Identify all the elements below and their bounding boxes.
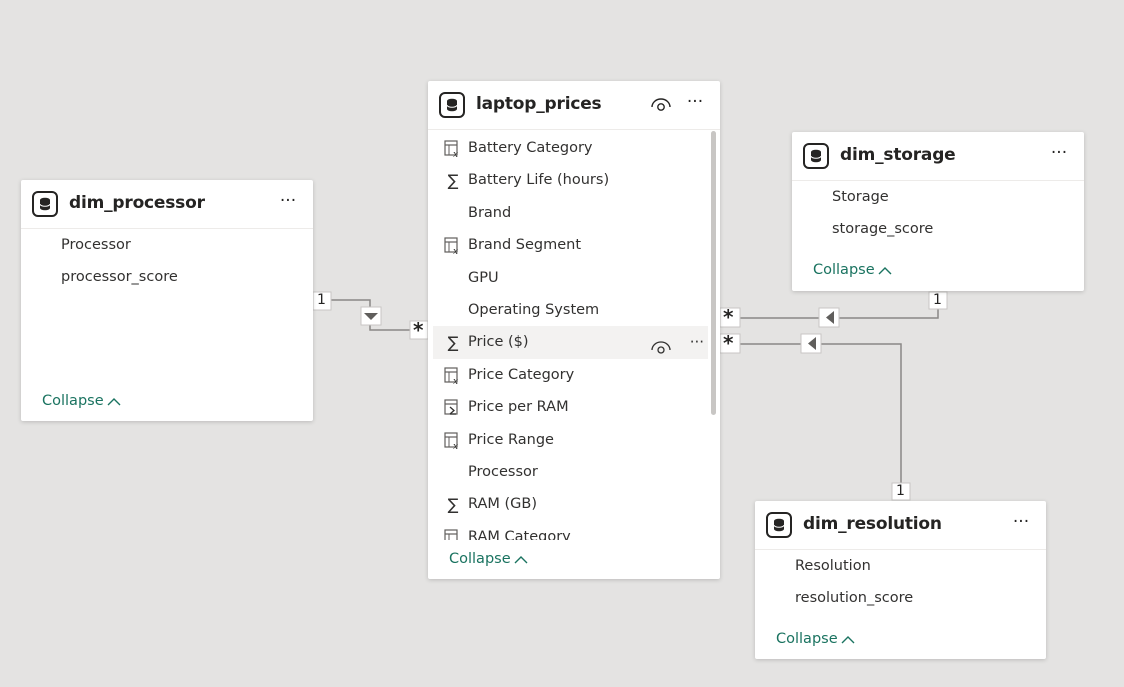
field-list: Resolution resolution_score (755, 550, 1046, 615)
field-item[interactable]: Processor (428, 456, 720, 488)
table-header[interactable]: laptop_prices ··· (428, 81, 720, 130)
chevron-up-icon (878, 266, 892, 274)
cardinality-resolution-many: * (723, 331, 734, 355)
field-item[interactable]: Brand (428, 197, 720, 229)
more-options-icon[interactable]: ··· (690, 326, 704, 358)
database-table-icon (439, 92, 465, 118)
svg-text:x: x (453, 247, 458, 255)
database-table-icon (803, 143, 829, 169)
collapse-button[interactable]: Collapse (449, 551, 528, 567)
field-item[interactable]: ∑ RAM (GB) (428, 488, 720, 520)
cardinality-processor-one: 1 (317, 292, 326, 308)
table-header[interactable]: dim_processor ··· (21, 180, 313, 229)
cardinality-resolution-one: 1 (896, 483, 905, 499)
field-item[interactable]: x Battery Category (428, 132, 720, 164)
calculated-column-icon: x (444, 529, 458, 540)
field-item[interactable]: resolution_score (755, 582, 1046, 614)
svg-text:x: x (453, 442, 458, 450)
sigma-icon: ∑ (447, 171, 459, 191)
field-item[interactable]: Price per RAM (428, 391, 720, 423)
collapse-button[interactable]: Collapse (776, 631, 855, 647)
more-options-icon[interactable]: ··· (1010, 513, 1032, 533)
field-item[interactable]: storage_score (792, 213, 1084, 245)
field-item[interactable]: Storage (792, 181, 1084, 213)
table-header[interactable]: dim_resolution ··· (755, 501, 1046, 550)
field-item-hovered[interactable]: ∑ Price ($) ··· (433, 326, 708, 359)
measure-icon (444, 399, 458, 415)
more-options-icon[interactable]: ··· (277, 192, 299, 212)
field-item[interactable]: Processor (21, 229, 313, 261)
field-item[interactable]: x Brand Segment (428, 229, 720, 261)
cardinality-storage-many: * (723, 305, 734, 329)
collapse-button[interactable]: Collapse (813, 262, 892, 278)
cardinality-processor-many: * (413, 318, 424, 342)
chevron-up-icon (107, 397, 121, 405)
svg-text:x: x (453, 150, 458, 158)
more-options-icon[interactable]: ··· (1048, 144, 1070, 164)
calculated-column-icon: x (444, 140, 458, 158)
field-item[interactable]: x Price Range (428, 424, 720, 456)
field-item[interactable]: Resolution (755, 550, 1046, 582)
field-item[interactable]: Operating System (428, 294, 720, 326)
visibility-eye-icon[interactable] (650, 334, 672, 354)
table-card-dim-processor[interactable]: dim_processor ··· Processor processor_sc… (21, 180, 313, 421)
calculated-column-icon: x (444, 431, 458, 450)
field-item[interactable]: GPU (428, 262, 720, 294)
field-item[interactable]: processor_score (21, 261, 313, 293)
table-title: laptop_prices (476, 94, 602, 114)
field-item[interactable]: x RAM Category (428, 521, 720, 540)
field-item[interactable]: ∑ Battery Life (hours) (428, 164, 720, 196)
field-list: Storage storage_score (792, 181, 1084, 246)
visibility-eye-icon[interactable] (650, 96, 672, 114)
collapse-button[interactable]: Collapse (42, 393, 121, 409)
table-card-laptop-prices[interactable]: laptop_prices ··· x Battery Category ∑ B… (428, 81, 720, 579)
sigma-icon: ∑ (447, 333, 459, 353)
table-header[interactable]: dim_storage ··· (792, 132, 1084, 181)
table-title: dim_processor (69, 193, 205, 213)
svg-text:x: x (453, 377, 458, 385)
scrollbar-thumb[interactable] (711, 131, 716, 415)
cardinality-storage-one: 1 (933, 292, 942, 308)
more-options-icon[interactable]: ··· (684, 93, 706, 113)
sigma-icon: ∑ (447, 495, 459, 515)
database-table-icon (766, 512, 792, 538)
table-card-dim-storage[interactable]: dim_storage ··· Storage storage_score Co… (792, 132, 1084, 291)
calculated-column-icon: x (444, 237, 458, 255)
chevron-up-icon (841, 635, 855, 643)
svg-text:x: x (453, 539, 458, 540)
field-list: Processor processor_score (21, 229, 313, 294)
database-table-icon (32, 191, 58, 217)
relationship-storage-line[interactable] (720, 292, 939, 328)
table-title: dim_storage (840, 145, 956, 165)
chevron-up-icon (514, 555, 528, 563)
field-list: x Battery Category ∑ Battery Life (hours… (428, 132, 720, 540)
field-item[interactable]: x Price Category (428, 359, 720, 391)
table-card-dim-resolution[interactable]: dim_resolution ··· Resolution resolution… (755, 501, 1046, 659)
relationship-resolution-line[interactable] (720, 333, 902, 500)
table-title: dim_resolution (803, 514, 942, 534)
calculated-column-icon: x (444, 367, 458, 385)
